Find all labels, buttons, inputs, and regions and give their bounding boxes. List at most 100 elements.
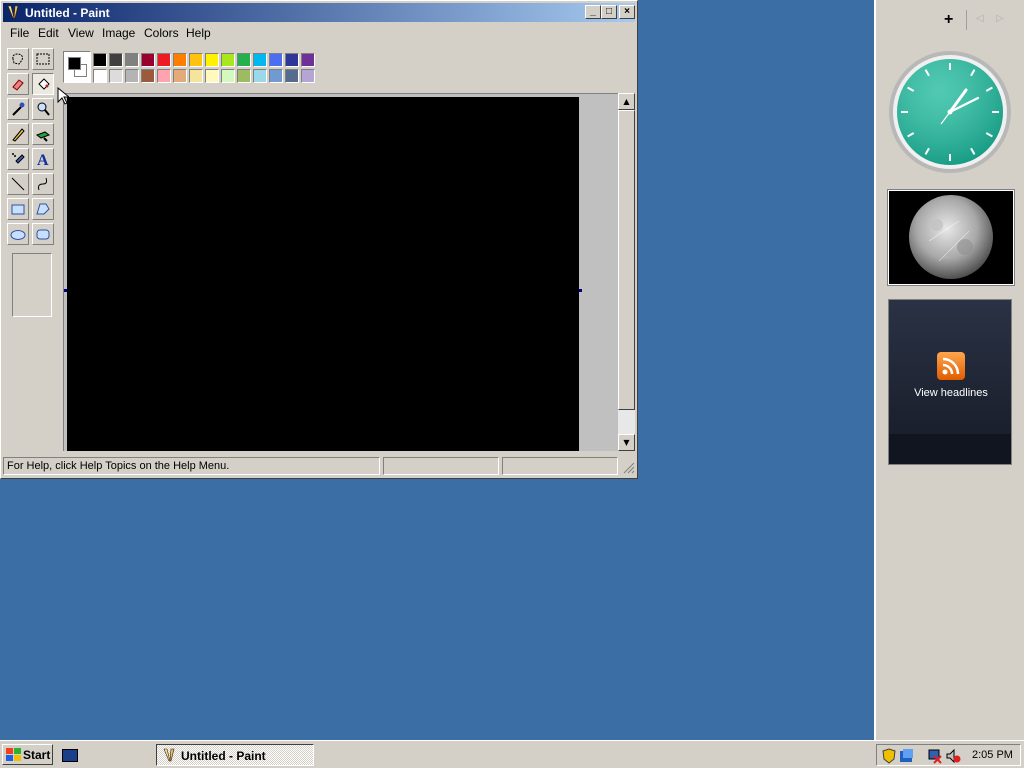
taskbar-paint-label: Untitled - Paint	[181, 749, 266, 763]
palette-swatch[interactable]	[173, 53, 187, 67]
prev-page-icon[interactable]: ◁	[976, 13, 984, 24]
tool-eraser[interactable]	[7, 73, 29, 95]
start-label: Start	[23, 748, 51, 762]
rect-select-icon	[36, 53, 50, 65]
tool-curve[interactable]	[32, 173, 54, 195]
pencil-icon	[12, 128, 25, 142]
show-desktop-icon[interactable]	[62, 749, 78, 762]
tool-pick-color[interactable]	[7, 98, 29, 120]
moon-image	[909, 195, 993, 279]
start-button[interactable]: Start	[2, 744, 53, 765]
next-page-icon[interactable]: ▷	[996, 13, 1004, 24]
tool-text[interactable]: A	[32, 148, 54, 170]
palette-swatch[interactable]	[269, 53, 283, 67]
tool-options-box[interactable]	[12, 253, 52, 317]
clock-gadget[interactable]	[888, 50, 1012, 174]
palette-swatch[interactable]	[205, 53, 219, 67]
canvas-area[interactable]	[63, 93, 618, 451]
menu-view[interactable]: View	[68, 26, 94, 40]
palette-swatch[interactable]	[93, 69, 107, 83]
drawing-canvas[interactable]	[67, 97, 579, 451]
tool-fill[interactable]	[32, 73, 54, 95]
tool-airbrush[interactable]	[7, 148, 29, 170]
tool-line[interactable]	[7, 173, 29, 195]
menu-colors[interactable]: Colors	[144, 26, 179, 40]
palette-swatch[interactable]	[253, 69, 267, 83]
palette-swatch[interactable]	[205, 69, 219, 83]
network-disconnected-icon[interactable]	[927, 748, 943, 764]
windows-logo-icon	[6, 748, 21, 761]
palette-swatch[interactable]	[157, 69, 171, 83]
curve-icon	[38, 177, 48, 191]
feed-footer	[889, 434, 1011, 464]
palette-swatch[interactable]	[109, 53, 123, 67]
palette-swatch[interactable]	[109, 69, 123, 83]
palette-swatch[interactable]	[221, 53, 235, 67]
menu-help[interactable]: Help	[186, 26, 211, 40]
scroll-thumb[interactable]	[618, 110, 635, 410]
palette-swatch[interactable]	[189, 69, 203, 83]
windows-update-icon[interactable]	[899, 748, 915, 764]
view-headlines-label[interactable]: View headlines	[889, 387, 1013, 399]
palette-swatch[interactable]	[221, 69, 235, 83]
palette-swatch[interactable]	[173, 69, 187, 83]
taskbar: Start Untitled - Paint 2:05 PM	[0, 740, 1024, 768]
palette-swatch[interactable]	[125, 69, 139, 83]
palette-swatch[interactable]	[189, 53, 203, 67]
palette-swatch[interactable]	[157, 53, 171, 67]
tool-free-form-select[interactable]	[7, 48, 29, 70]
maximize-button[interactable]: □	[601, 5, 617, 19]
add-gadget-button[interactable]: +	[944, 11, 953, 29]
system-tray: 2:05 PM	[876, 744, 1021, 766]
palette-swatch[interactable]	[269, 69, 283, 83]
tool-brush[interactable]	[32, 123, 54, 145]
palette-swatch[interactable]	[285, 69, 299, 83]
resize-handle-right[interactable]	[579, 289, 582, 292]
taskbar-paint-button[interactable]: Untitled - Paint	[156, 744, 314, 766]
line-icon	[11, 177, 25, 191]
current-colors[interactable]	[63, 51, 91, 83]
free-form-select-icon	[12, 53, 23, 65]
clock-time[interactable]: 2:05 PM	[972, 749, 1013, 761]
tool-magnifier[interactable]	[32, 98, 54, 120]
rss-icon	[937, 352, 965, 380]
tool-rounded-rect[interactable]	[32, 223, 54, 245]
tool-pencil[interactable]	[7, 123, 29, 145]
palette-swatch[interactable]	[301, 53, 315, 67]
rectangle-icon	[11, 204, 25, 215]
palette-swatch[interactable]	[125, 53, 139, 67]
scroll-down-button[interactable]: ▼	[618, 434, 635, 451]
palette-swatch[interactable]	[237, 69, 251, 83]
title-bar[interactable]: Untitled - Paint _ □ ×	[3, 3, 635, 22]
palette-swatch[interactable]	[141, 53, 155, 67]
palette-swatch[interactable]	[301, 69, 315, 83]
close-button[interactable]: ×	[619, 5, 635, 19]
menu-file[interactable]: File	[10, 26, 29, 40]
palette-swatch[interactable]	[93, 53, 107, 67]
menu-image[interactable]: Image	[102, 26, 135, 40]
palette-swatch[interactable]	[141, 69, 155, 83]
foreground-color-swatch	[68, 57, 81, 70]
scroll-up-button[interactable]: ▲	[618, 93, 635, 110]
tool-rect-select[interactable]	[32, 48, 54, 70]
tool-ellipse[interactable]	[7, 223, 29, 245]
color-picker-icon	[12, 102, 25, 116]
security-shield-icon[interactable]	[881, 748, 897, 764]
slideshow-gadget[interactable]	[888, 190, 1014, 285]
window-title: Untitled - Paint	[25, 6, 110, 20]
minimize-button[interactable]: _	[585, 5, 601, 19]
volume-muted-icon[interactable]	[945, 748, 961, 764]
size-grip-icon[interactable]	[623, 462, 635, 474]
palette-swatch[interactable]	[285, 53, 299, 67]
status-bar: For Help, click Help Topics on the Help …	[3, 456, 635, 476]
palette-swatch[interactable]	[253, 53, 267, 67]
feed-headlines-gadget[interactable]: View headlines	[888, 299, 1012, 465]
status-size	[502, 457, 618, 475]
sidebar-separator	[966, 10, 967, 30]
polygon-icon	[36, 203, 50, 215]
vertical-scrollbar[interactable]: ▲ ▼	[618, 93, 635, 451]
tool-rectangle[interactable]	[7, 198, 29, 220]
palette-swatch[interactable]	[237, 53, 251, 67]
menu-edit[interactable]: Edit	[38, 26, 59, 40]
tool-polygon[interactable]	[32, 198, 54, 220]
